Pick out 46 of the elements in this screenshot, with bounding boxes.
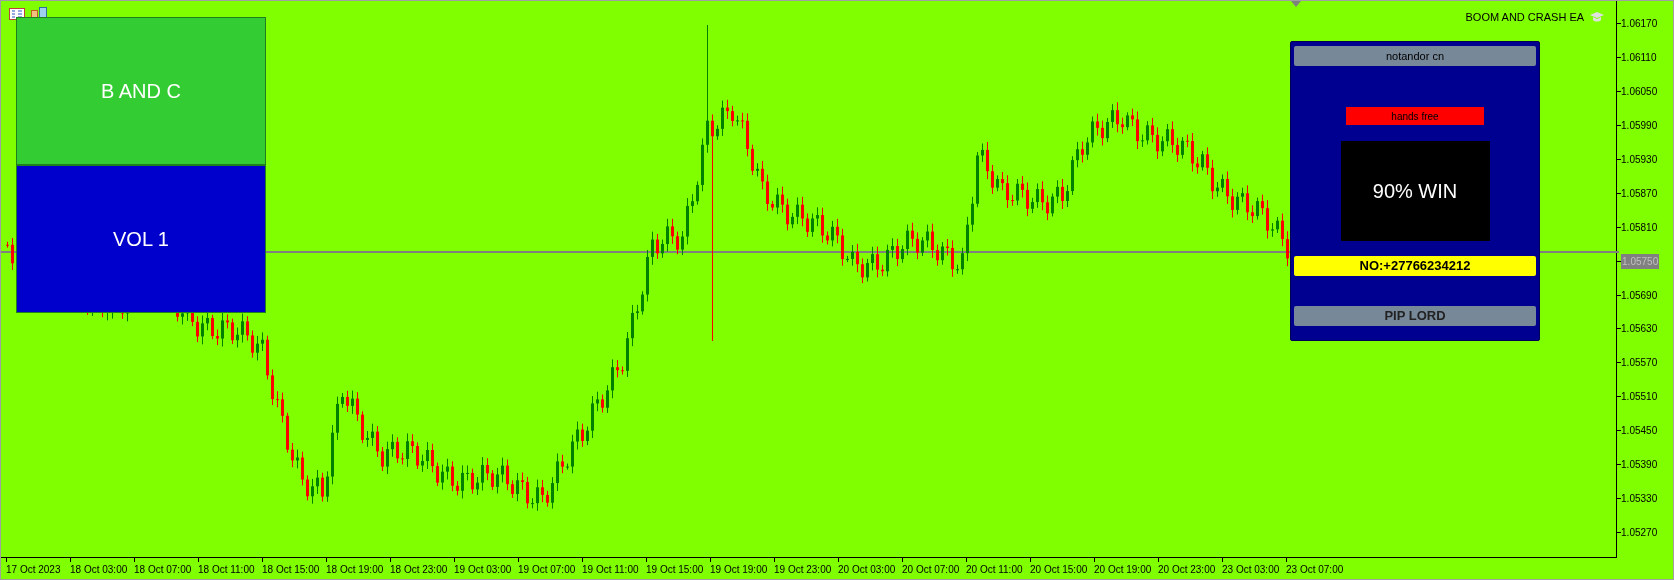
time-label: 19 Oct 07:00	[518, 563, 577, 577]
time-label: 18 Oct 11:00	[198, 563, 256, 577]
time-label: 20 Oct 23:00	[1158, 563, 1217, 577]
indicator-name: BOOM AND CRASH EA	[1465, 10, 1585, 25]
phone-number: NO:+27766234212	[1294, 256, 1536, 276]
price-label: 1.05630	[1621, 322, 1658, 337]
time-label: 19 Oct 03:00	[454, 563, 513, 577]
time-label: 19 Oct 19:00	[710, 563, 769, 577]
price-label: 1.05330	[1621, 491, 1658, 506]
price-label: 1.06050	[1621, 85, 1658, 100]
price-label: 1.05870	[1621, 186, 1658, 201]
time-label: 18 Oct 23:00	[390, 563, 449, 577]
time-label: 20 Oct 07:00	[902, 563, 961, 577]
time-label: 18 Oct 19:00	[326, 563, 385, 577]
price-label: 1.05810	[1621, 220, 1658, 235]
panel-header: notandor cn	[1294, 46, 1536, 66]
time-label: 19 Oct 23:00	[774, 563, 833, 577]
time-label: 20 Oct 11:00	[966, 563, 1024, 577]
time-label: 19 Oct 15:00	[646, 563, 705, 577]
time-label: 18 Oct 15:00	[262, 563, 321, 577]
time-label: 19 Oct 11:00	[582, 563, 640, 577]
current-price-tag: 1.05750	[1621, 253, 1660, 269]
price-label: 1.05690	[1621, 288, 1658, 303]
time-label: 20 Oct 03:00	[838, 563, 897, 577]
time-label: 17 Oct 2023	[6, 563, 62, 577]
win-rate-display: 90% WIN	[1340, 141, 1490, 241]
price-label: 1.05510	[1621, 390, 1658, 405]
status-label: hands free	[1346, 107, 1484, 125]
triangle-icon	[1291, 1, 1301, 7]
panel-button[interactable]: VOL 1	[16, 165, 266, 313]
time-label: 18 Oct 03:00	[70, 563, 129, 577]
price-label: 1.06110	[1621, 51, 1657, 66]
time-label: 18 Oct 07:00	[134, 563, 193, 577]
footer-button[interactable]: PIP LORD	[1294, 306, 1536, 326]
price-label: 1.05450	[1621, 424, 1658, 439]
price-label: 1.05930	[1621, 153, 1658, 167]
time-label: 23 Oct 07:00	[1286, 563, 1345, 577]
time-label: 23 Oct 03:00	[1222, 563, 1281, 577]
price-label: 1.06170	[1621, 17, 1658, 32]
time-label: 20 Oct 19:00	[1094, 563, 1153, 577]
time-label: 20 Oct 15:00	[1030, 563, 1089, 577]
graduation-cap-icon	[1590, 12, 1605, 23]
price-label: 1.05390	[1621, 458, 1658, 472]
price-label: 1.05990	[1621, 119, 1658, 134]
price-label: 1.05270	[1621, 525, 1658, 540]
price-label: 1.05570	[1621, 356, 1658, 371]
